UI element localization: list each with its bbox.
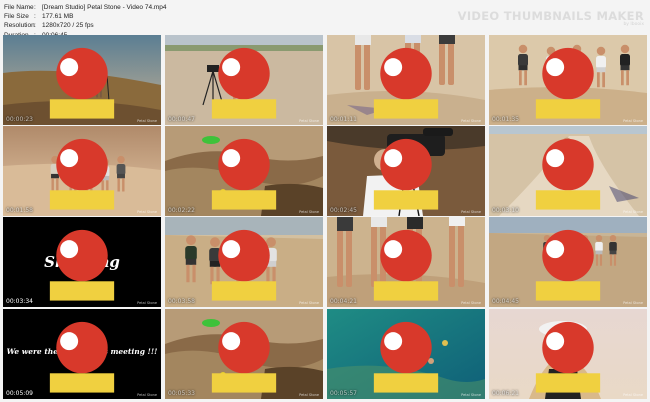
studio-logo-icon [535,138,601,210]
thumbnail-frame[interactable]: Petal Stone 00:00:47 [165,35,323,125]
watermark-text: Petal Stone [137,301,157,305]
file-info-row: File Size:177.61 MB [4,12,167,21]
watermark-text: Petal Stone [623,393,643,397]
file-info-row: Resolution:1280x720 / 25 fps [4,21,167,30]
thumbnail-frame[interactable]: Petal Stone 00:04:45 [489,217,647,307]
file-info-value: 1280x720 / 25 fps [42,22,94,30]
thumbnail-timestamp: 00:02:45 [330,207,357,214]
file-info-value: [Dream Studio] Petal Stone - Video 74.mp… [42,4,167,11]
file-info-label: File Size [4,13,29,21]
studio-logo-icon [49,229,115,301]
watermark-text: Petal Stone [299,393,319,397]
studio-logo-icon [211,229,277,301]
watermark-text: Petal Stone [461,393,481,397]
studio-logo-icon [373,321,439,393]
watermark-text: Petal Stone [461,301,481,305]
watermark-text: Petal Stone [299,210,319,214]
thumbnail-frame[interactable]: Petal Stone 00:06:21 [489,309,647,399]
thumbnail-frame[interactable]: Petal Stone 00:05:33 [165,309,323,399]
watermark-text: Petal Stone [137,393,157,397]
studio-logo-icon [535,229,601,301]
studio-logo-icon [211,321,277,393]
thumbnail-timestamp: 00:01:11 [330,116,357,123]
thumbnail-timestamp: 00:00:47 [168,116,195,123]
thumbnail-timestamp: 00:05:09 [6,390,33,397]
thumbnail-timestamp: 00:06:21 [492,390,519,397]
thumbnail-timestamp: 00:02:22 [168,207,195,214]
studio-logo-icon [373,47,439,119]
thumbnail-frame[interactable]: Petal Stone 00:04:21 [327,217,485,307]
watermark-text: Petal Stone [299,119,319,123]
thumbnail-frame[interactable]: Petal Stone 00:01:58 [3,126,161,216]
studio-logo-icon [535,47,601,119]
thumbnail-frame[interactable]: ShootingPetal Stone00:03:34 [3,217,161,307]
thumbnail-timestamp: 00:01:58 [6,207,33,214]
file-info-separator: : [34,4,36,11]
studio-logo-icon [49,47,115,119]
studio-logo-icon [211,138,277,210]
thumbnail-timestamp: 00:03:34 [6,298,33,305]
file-info-label: Resolution [4,22,35,30]
studio-logo-icon [49,138,115,210]
studio-logo-icon [373,229,439,301]
watermark-text: Petal Stone [461,119,481,123]
studio-logo-icon [49,321,115,393]
thumbnail-timestamp: 00:05:33 [168,390,195,397]
thumbnail-frame[interactable]: Petal Stone 00:01:11 [327,35,485,125]
brand-subtitle: by Ibooix [623,22,644,27]
thumbnail-timestamp: 00:01:35 [492,116,519,123]
thumbnail-frame[interactable]: Petal Stone 00:03:58 [165,217,323,307]
thumbnail-grid: Petal Stone 00:00:23 Petal Stone 00:00:47 Pe… [3,35,647,399]
watermark-text: Petal Stone [623,210,643,214]
thumbnail-frame[interactable]: We were the finest mass meeting !!!Petal… [3,309,161,399]
thumbnail-timestamp: 00:03:58 [168,298,195,305]
thumbnail-timestamp: 00:00:23 [6,116,33,123]
file-info-value: 177.61 MB [42,13,74,21]
file-info-row: File Name: [Dream Studio] Petal Stone - V… [4,3,167,12]
thumbnail-frame[interactable]: Petal Stone 00:02:45 [327,126,485,216]
watermark-text: Petal Stone [623,119,643,123]
file-info-separator: : [34,13,36,21]
file-info-label: File Name [4,4,34,11]
thumbnail-frame[interactable]: Petal Stone 00:02:22 [165,126,323,216]
file-info-separator: : [34,22,36,30]
thumbnail-frame[interactable]: Petal Stone 00:00:23 [3,35,161,125]
thumbnail-timestamp: 00:05:57 [330,390,357,397]
thumbnail-timestamp: 00:03:10 [492,207,519,214]
watermark-text: Petal Stone [137,210,157,214]
watermark-text: Petal Stone [623,301,643,305]
thumbnail-frame[interactable]: Petal Stone 00:05:57 [327,309,485,399]
thumbnail-timestamp: 00:04:21 [330,298,357,305]
watermark-text: Petal Stone [137,119,157,123]
thumbnail-frame[interactable]: Petal Stone 00:01:35 [489,35,647,125]
studio-logo-icon [211,47,277,119]
thumbnail-frame[interactable]: Petal Stone 00:03:10 [489,126,647,216]
watermark-text: Petal Stone [299,301,319,305]
studio-logo-icon [373,138,439,210]
thumbnail-timestamp: 00:04:45 [492,298,519,305]
watermark-text: Petal Stone [461,210,481,214]
studio-logo-icon [535,321,601,393]
brand-title: VIDEO THUMBNAILS MAKER [457,9,644,23]
